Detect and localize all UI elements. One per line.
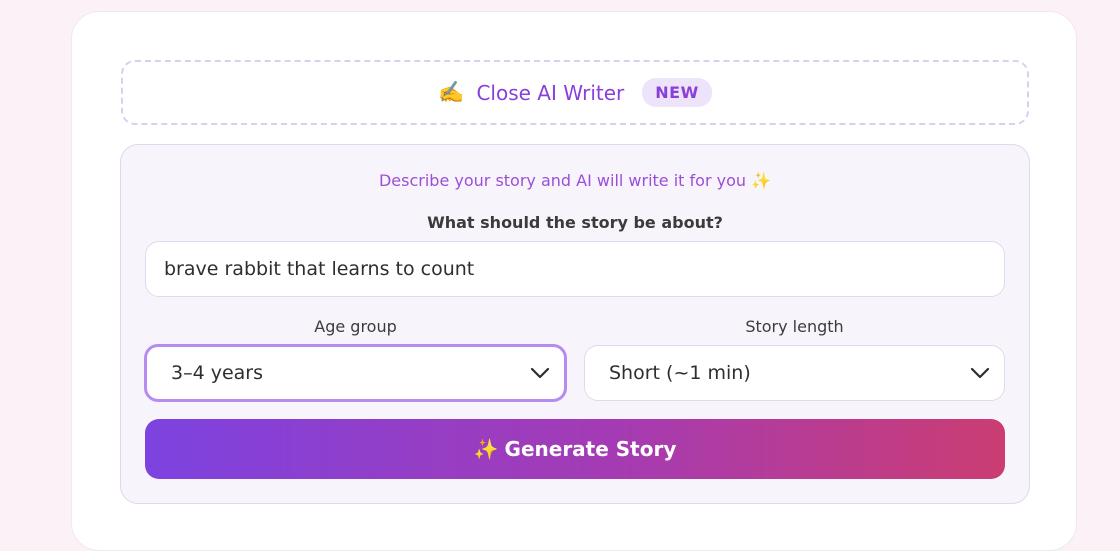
age-group-label: Age group: [314, 317, 397, 336]
close-ai-writer-label: Close AI Writer: [476, 80, 625, 105]
ai-writer-hint: Describe your story and AI will write it…: [378, 171, 772, 190]
writing-hand-icon: ✍️: [438, 80, 465, 104]
generate-story-label: Generate Story: [504, 437, 677, 461]
new-badge: NEW: [642, 78, 712, 107]
story-length-label: Story length: [745, 317, 844, 336]
chevron-down-icon: [530, 367, 550, 379]
sparkles-icon: ✨: [473, 437, 499, 461]
topic-label: What should the story be about?: [427, 213, 723, 232]
age-group-value: 3–4 years: [171, 362, 264, 384]
story-length-value: Short (~1 min): [609, 362, 751, 384]
age-group-select[interactable]: 3–4 years: [144, 344, 567, 402]
close-ai-writer-button[interactable]: ✍️ Close AI Writer NEW: [121, 60, 1029, 125]
story-topic-input[interactable]: [145, 241, 1005, 297]
story-card: ✍️ Close AI Writer NEW Describe your sto…: [71, 11, 1077, 551]
ai-writer-panel: Describe your story and AI will write it…: [120, 144, 1030, 504]
generate-story-button[interactable]: ✨ Generate Story: [145, 419, 1005, 479]
chevron-down-icon: [970, 367, 990, 379]
story-length-select[interactable]: Short (~1 min): [584, 345, 1005, 401]
